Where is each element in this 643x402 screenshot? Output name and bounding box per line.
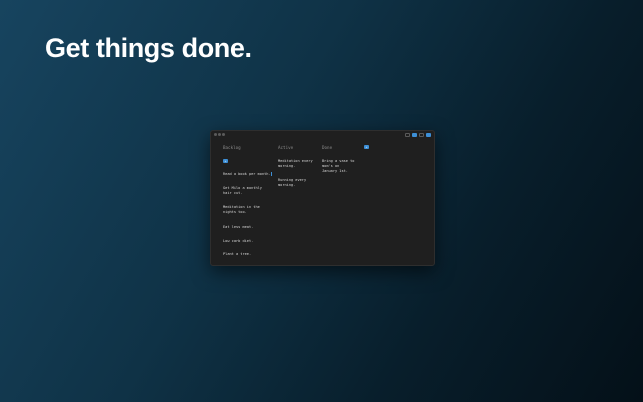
- card[interactable]: Meditation in the nights too.: [223, 205, 260, 215]
- card[interactable]: Plant a tree.: [223, 252, 251, 257]
- card[interactable]: Meditation every morning.: [278, 159, 313, 169]
- headline: Get things done.: [45, 33, 252, 63]
- close-window-icon[interactable]: [214, 133, 217, 136]
- minimize-window-icon[interactable]: [218, 133, 221, 136]
- sidebar-icon[interactable]: [405, 133, 410, 137]
- card[interactable]: Running every morning.: [278, 178, 306, 188]
- card[interactable]: Read a book per month.: [223, 172, 273, 177]
- add-card-button[interactable]: +: [364, 145, 369, 149]
- card[interactable]: Get Milo a monthly hair cut.: [223, 186, 262, 196]
- titlebar: [211, 131, 434, 139]
- column-backlog: Backlog + Read a book per month. Get Mil…: [223, 145, 273, 263]
- card[interactable]: Bring a vase to mom's on January 1st.: [322, 159, 354, 173]
- column-title: Done: [322, 145, 333, 150]
- view-icon[interactable]: [419, 133, 424, 137]
- card[interactable]: Low carb diet.: [223, 239, 253, 244]
- card[interactable]: Eat less meat.: [223, 225, 253, 230]
- column-title: Active: [278, 145, 294, 150]
- column-active: Active Meditation every morning. Running…: [278, 145, 320, 205]
- column-title: Backlog: [223, 145, 241, 150]
- zoom-window-icon[interactable]: [222, 133, 225, 136]
- text-cursor: [271, 172, 273, 176]
- share-icon[interactable]: [426, 133, 431, 137]
- column-done: Done + Bring a vase to mom's on January …: [322, 145, 372, 185]
- new-icon[interactable]: [412, 133, 417, 137]
- app-window: Backlog + Read a book per month. Get Mil…: [210, 130, 435, 266]
- add-card-button[interactable]: +: [223, 159, 228, 163]
